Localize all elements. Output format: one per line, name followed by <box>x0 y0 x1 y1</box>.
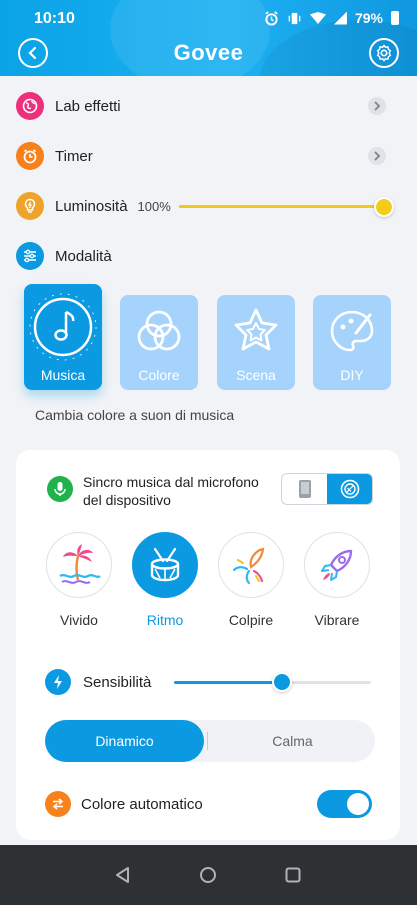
brightness-value: 100% <box>137 198 171 214</box>
segment-divider <box>207 732 208 750</box>
status-time: 10:10 <box>34 10 75 27</box>
lab-effects-row[interactable]: Lab effetti <box>16 89 400 123</box>
sensitivity-slider-thumb[interactable] <box>272 672 293 692</box>
circle-home-icon <box>200 867 216 883</box>
auto-color-toggle[interactable] <box>317 790 372 818</box>
drum-icon <box>150 547 180 582</box>
timer-row[interactable]: Timer <box>16 139 400 173</box>
app-header: 10:10 79% Govee <box>0 0 417 76</box>
vibrate-icon <box>288 12 301 24</box>
effect-circle[interactable] <box>218 532 284 598</box>
system-nav-bar <box>0 845 417 905</box>
effect-label: Colpire <box>228 612 274 628</box>
effect-vibrate[interactable]: Vibrare <box>303 532 371 628</box>
mode-label: Modalità <box>55 247 112 265</box>
lightning-icon <box>45 669 71 695</box>
source-phone-option[interactable] <box>282 474 327 504</box>
timer-label: Timer <box>55 147 93 165</box>
effect-circle[interactable] <box>46 532 112 598</box>
chevron-right-icon <box>368 97 386 115</box>
govee-logo: Govee <box>173 40 244 65</box>
square-recents-icon <box>285 867 301 883</box>
music-note-icon <box>29 293 97 361</box>
effect-label: Vibrare <box>314 612 360 628</box>
audio-source-toggle <box>281 473 373 505</box>
mode-tile-diy[interactable]: DIY <box>313 295 391 390</box>
signal-icon <box>333 11 347 25</box>
mode-tile-label: Colore <box>138 367 180 383</box>
battery-percent: 79% <box>354 10 383 26</box>
effect-hit[interactable]: Colpire <box>217 532 285 628</box>
nav-home-button[interactable] <box>198 865 218 885</box>
sliders-icon <box>16 242 44 270</box>
status-icons: 79% <box>264 10 399 26</box>
status-bar: 10:10 79% <box>0 0 417 38</box>
effect-circle[interactable] <box>304 532 370 598</box>
mode-tile-music[interactable]: Musica <box>24 284 102 390</box>
triangle-back-icon <box>116 867 129 883</box>
toggle-knob <box>347 793 369 815</box>
lab-effects-label: Lab effetti <box>55 97 121 115</box>
effect-rhythm[interactable]: Ritmo <box>131 532 199 628</box>
device-speaker-icon <box>340 479 359 499</box>
effect-vivid[interactable]: Vivido <box>45 532 113 628</box>
globe-icon <box>16 92 44 120</box>
sensitivity-slider-fill <box>174 681 283 684</box>
star-icon <box>234 308 278 351</box>
brightness-row: Luminosità 100% <box>16 189 400 223</box>
source-device-option[interactable] <box>327 474 372 504</box>
nav-recents-button[interactable] <box>283 865 303 885</box>
palm-beach-icon <box>59 544 101 584</box>
mode-tile-label: DIY <box>340 367 364 383</box>
chevron-right-icon <box>368 147 386 165</box>
brightness-slider[interactable] <box>179 197 394 217</box>
battery-icon <box>391 11 399 25</box>
mode-tile-label: Scena <box>236 367 276 383</box>
mic-sync-label: Sincro musica dal microfono del disposit… <box>83 474 259 508</box>
effect-label: Ritmo <box>146 612 184 628</box>
color-circles-icon <box>137 310 181 351</box>
swap-arrows-icon <box>45 791 71 817</box>
nav-back-button[interactable] <box>113 865 133 885</box>
wifi-icon <box>309 12 326 24</box>
sensitivity-label: Sensibilità <box>83 674 152 691</box>
effect-circle[interactable] <box>132 532 198 598</box>
bulb-icon <box>16 192 44 220</box>
calm-option[interactable]: Calma <box>210 720 375 762</box>
palette-icon <box>330 310 374 352</box>
music-settings-card: Sincro musica dal microfono del disposit… <box>16 450 400 840</box>
brightness-slider-thumb[interactable] <box>374 197 394 217</box>
mode-tile-scene[interactable]: Scena <box>217 295 295 390</box>
sensitivity-slider[interactable] <box>174 672 371 692</box>
auto-color-label: Colore automatico <box>81 796 203 813</box>
mode-description: Cambia colore a suon di musica <box>35 407 235 423</box>
mode-tile-color[interactable]: Colore <box>120 295 198 390</box>
mode-tile-label: Musica <box>40 367 86 383</box>
rocket-icon <box>321 549 353 581</box>
effect-label: Vivido <box>60 612 98 628</box>
microphone-icon <box>47 476 73 502</box>
settings-button[interactable] <box>369 38 399 68</box>
firework-icon <box>232 547 265 585</box>
clock-icon <box>16 142 44 170</box>
mode-row: Modalità <box>16 239 400 273</box>
phone-icon <box>298 480 311 498</box>
gear-icon <box>376 44 392 62</box>
brightness-label: Luminosità <box>55 197 128 215</box>
dynamic-calm-switch: Dinamico Calma <box>45 720 375 762</box>
alarm-icon <box>265 10 278 26</box>
dynamic-option[interactable]: Dinamico <box>45 720 204 762</box>
